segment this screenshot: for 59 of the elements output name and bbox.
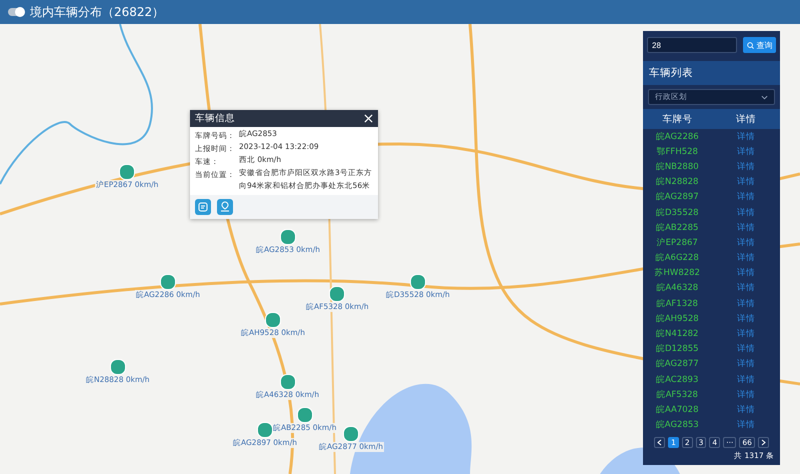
details-link[interactable]: 详情	[712, 358, 780, 370]
next-page-button[interactable]	[758, 437, 769, 448]
plate-cell-text: 皖AA7028	[655, 404, 700, 416]
details-link[interactable]: 详情	[712, 388, 780, 401]
details-link[interactable]: 详情	[712, 282, 780, 294]
search-field[interactable]: 28	[647, 37, 737, 53]
panel-title: 车辆列表	[643, 61, 780, 85]
popup-title: 车辆信息	[195, 112, 235, 125]
plate-cell-text: 皖A6G228	[654, 252, 700, 264]
details-link[interactable]: 详情	[712, 191, 780, 204]
details-link[interactable]: 详情	[712, 160, 780, 173]
location-button[interactable]	[217, 198, 233, 214]
plate-cell-text: 皖N28828	[655, 176, 700, 188]
plate-cell-text: 皖A46328	[655, 282, 700, 294]
plate-cell-text: 皖NB2880	[654, 160, 700, 173]
location-pin-icon	[220, 201, 230, 212]
details-link[interactable]: 详情	[712, 267, 780, 280]
close-icon[interactable]	[364, 114, 373, 123]
details-link[interactable]: 详情	[712, 252, 780, 264]
details-link[interactable]: 详情	[712, 206, 780, 219]
plate-cell-text: 皖AF5328	[656, 388, 699, 401]
details-link[interactable]: 详情	[712, 328, 780, 340]
details-link[interactable]: 详情	[712, 222, 780, 234]
chevron-right-icon	[760, 439, 766, 446]
plate-cell-text: 皖AB2285	[655, 222, 700, 234]
plate-cell-text: 皖AF1328	[656, 298, 699, 310]
plate-cell-text: 皖N41282	[655, 328, 700, 340]
plate-cell-text: 皖D12855	[654, 343, 700, 356]
plate-cell-text: 苏HW8282	[654, 267, 701, 280]
details-link[interactable]: 详情	[712, 343, 780, 356]
toggle-switch[interactable]	[8, 8, 24, 16]
note-icon	[198, 202, 208, 212]
details-link[interactable]: 详情	[712, 298, 780, 310]
search-button[interactable]: 查询	[743, 37, 776, 53]
plate-cell-text: 沪EP2867	[656, 236, 699, 249]
plate-cell-text: 鄂FFH528	[656, 146, 699, 158]
details-link[interactable]: 详情	[712, 419, 780, 432]
page-title: 境内车辆分布（26822）	[30, 4, 164, 20]
column-header: 详情	[734, 112, 757, 126]
search-icon	[746, 42, 754, 48]
details-link[interactable]: 详情	[712, 130, 780, 143]
plate-cell-text: 皖AC2893	[655, 374, 700, 386]
details-link[interactable]: 详情	[712, 236, 780, 249]
plate-cell-text: 皖AG2286	[654, 130, 700, 143]
plate-cell-text: 皖AG2897	[654, 191, 700, 204]
column-header: 车牌号	[661, 112, 694, 126]
details-link[interactable]: 详情	[712, 176, 780, 188]
details-link[interactable]: 详情	[712, 374, 780, 386]
plate-cell-text: 皖AG2877	[654, 358, 700, 370]
previous-page-button[interactable]	[654, 437, 666, 448]
plate-cell-text: 皖AG2853	[654, 419, 700, 432]
details-link[interactable]: 详情	[712, 146, 780, 158]
note-button[interactable]	[195, 198, 211, 214]
plate-cell-text: 皖AH9528	[654, 312, 700, 325]
chevron-down-icon	[761, 94, 768, 100]
chevron-left-icon	[657, 439, 662, 446]
details-link[interactable]: 详情	[712, 404, 780, 416]
details-link[interactable]: 详情	[712, 312, 780, 325]
plate-cell-text: 皖D35528	[654, 206, 700, 219]
